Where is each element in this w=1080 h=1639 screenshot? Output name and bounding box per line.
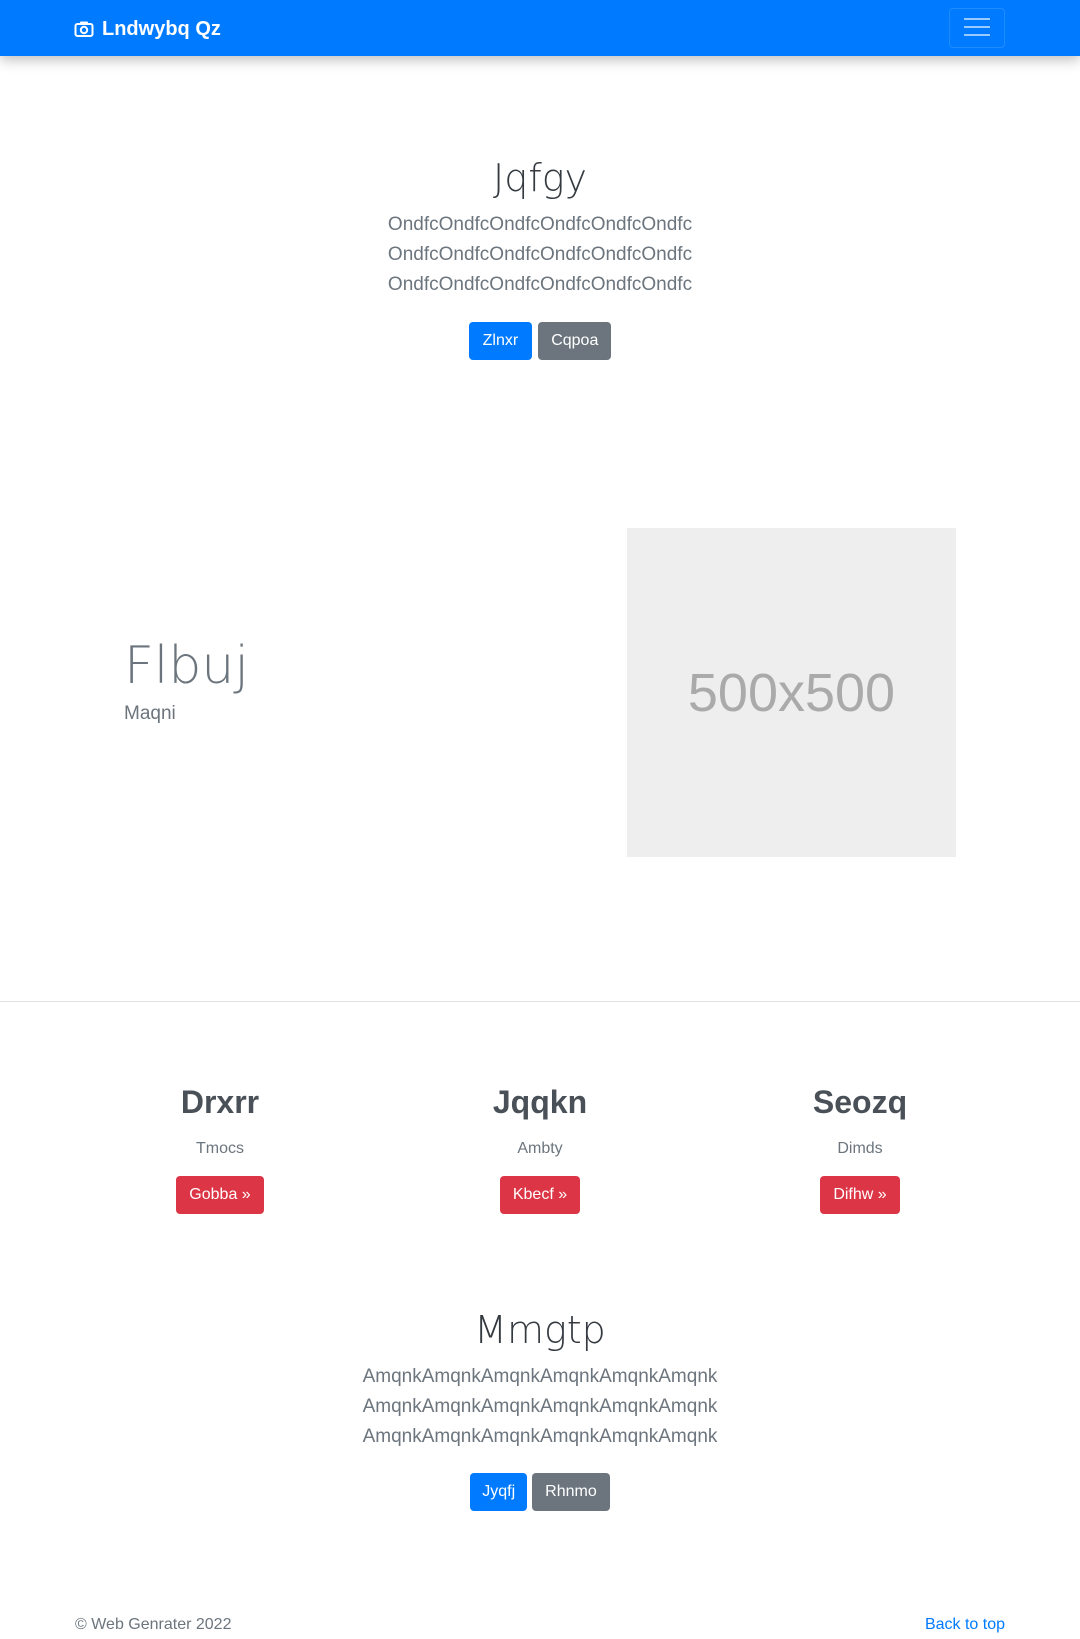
- cta-text-line: AmqnkAmqnkAmqnkAmqnkAmqnkAmqnk: [362, 1396, 718, 1417]
- placeholder-image-label: 500x500: [687, 662, 896, 723]
- feature-subtitle: Maqni: [124, 703, 176, 724]
- column-title: Jqqkn: [492, 1084, 588, 1120]
- column-text: Dimds: [837, 1140, 883, 1157]
- column-title: Drxrr: [180, 1084, 260, 1120]
- copyright-text: © Web Genrater 2022: [75, 1616, 232, 1633]
- column-text: Tmocs: [196, 1140, 244, 1157]
- hero-title: Jqfgy: [493, 156, 587, 200]
- brand-name: Lndwybq Qz: [102, 17, 221, 40]
- hero-text: OndfcOndfcOndfcOndfcOndfcOndfc OndfcOndf…: [0, 210, 1080, 300]
- back-to-top-link[interactable]: Back to top: [925, 1616, 1005, 1634]
- column-title: Seozq: [812, 1084, 908, 1120]
- cta-buttons: Jyqfj Rhnmo: [0, 1473, 1080, 1511]
- cta-primary-button[interactable]: Jyqfj: [470, 1473, 528, 1511]
- navbar-toggler-button[interactable]: [949, 8, 1005, 48]
- cta-secondary-button[interactable]: Rhnmo: [532, 1473, 610, 1511]
- column-card: Jqqkn Ambty Kbecf »: [380, 1080, 700, 1214]
- column-button[interactable]: Kbecf »: [499, 1176, 581, 1214]
- section-divider: [0, 1001, 1080, 1002]
- hamburger-menu-icon: [964, 16, 990, 41]
- placeholder-image: 500x500: [627, 528, 956, 857]
- footer: © Web Genrater 2022 Back to top: [0, 1616, 1080, 1638]
- feature-title: Flbuj: [124, 636, 249, 696]
- hero-secondary-button[interactable]: Cqpoa: [538, 322, 612, 360]
- column-card: Seozq Dimds Difhw »: [700, 1080, 1020, 1214]
- hero-buttons: Zlnxr Cqpoa: [0, 322, 1080, 360]
- column-button[interactable]: Gobba »: [176, 1176, 264, 1214]
- column-button[interactable]: Difhw »: [820, 1176, 900, 1214]
- hero-text-line: OndfcOndfcOndfcOndfcOndfcOndfc: [387, 244, 693, 265]
- cta-text-line: AmqnkAmqnkAmqnkAmqnkAmqnkAmqnk: [362, 1426, 718, 1447]
- hero-text-line: OndfcOndfcOndfcOndfcOndfcOndfc: [387, 274, 693, 295]
- cta-title: Mmgtp: [474, 1308, 606, 1352]
- column-text: Ambty: [517, 1140, 563, 1157]
- column-card: Drxrr Tmocs Gobba »: [60, 1080, 380, 1214]
- camera-icon: [74, 19, 94, 39]
- hero-primary-button[interactable]: Zlnxr: [468, 322, 533, 360]
- cta-text-line: AmqnkAmqnkAmqnkAmqnkAmqnkAmqnk: [362, 1366, 718, 1387]
- brand-link[interactable]: Lndwybq Qz: [74, 16, 221, 42]
- cta-text: AmqnkAmqnkAmqnkAmqnkAmqnkAmqnk AmqnkAmqn…: [0, 1362, 1080, 1452]
- navbar: Lndwybq Qz: [0, 0, 1080, 56]
- hero-text-line: OndfcOndfcOndfcOndfcOndfcOndfc: [387, 214, 693, 235]
